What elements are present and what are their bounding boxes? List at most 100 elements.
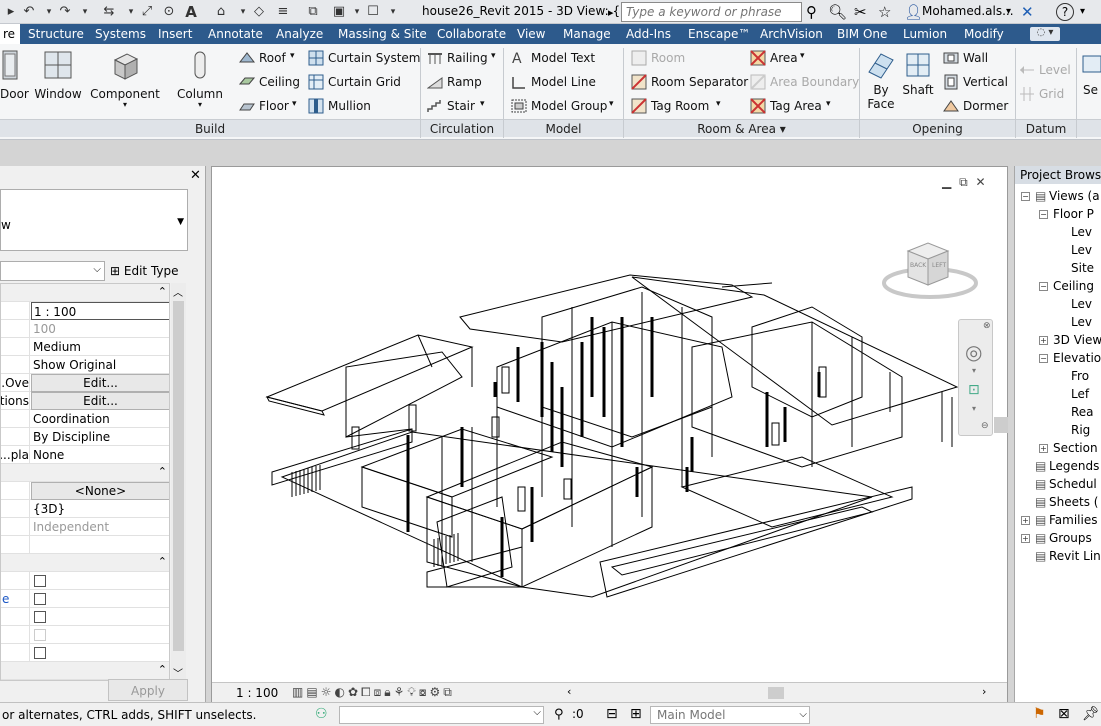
help-dropdown-icon[interactable]: ▾	[1080, 3, 1085, 21]
scroll-down-icon[interactable]: ﹀	[173, 665, 183, 680]
user-icon[interactable]: 👤︎	[904, 3, 923, 21]
level-icon[interactable]	[1019, 62, 1035, 78]
wall-opening-icon[interactable]	[943, 50, 959, 66]
tab-manage[interactable]: Manage	[560, 24, 614, 44]
property-row[interactable]: Ove...Edit...	[1, 374, 169, 392]
design-options-icon[interactable]: ⊟	[606, 706, 618, 722]
property-row[interactable]	[1, 608, 169, 626]
property-edit-button[interactable]: <None>	[31, 482, 169, 500]
property-row[interactable]: ationsEdit...	[1, 392, 169, 410]
tag-area-label[interactable]: Tag Area	[770, 99, 822, 113]
property-row[interactable]: 100	[1, 320, 169, 338]
browser-node[interactable]: Fro	[1071, 368, 1089, 384]
railing-icon[interactable]	[427, 50, 443, 66]
tab-analyze[interactable]: Analyze	[273, 24, 326, 44]
tab-lumion[interactable]: Lumion	[900, 24, 950, 44]
select-underlay-icon[interactable]: ⊠	[1058, 706, 1070, 722]
tab-massing-site[interactable]: Massing & Site	[335, 24, 430, 44]
visual-style-icon[interactable]: ▤	[306, 685, 320, 699]
property-value[interactable]: 1 : 100	[31, 302, 169, 320]
room-icon[interactable]	[631, 50, 647, 66]
area-boundary-label[interactable]: Area Boundary	[770, 75, 859, 89]
property-row[interactable]: {3D}	[1, 500, 169, 518]
property-row[interactable]	[1, 572, 169, 590]
tab-view[interactable]: View	[514, 24, 548, 44]
binoculars-icon[interactable]: ⚲	[806, 3, 817, 21]
set-workplane-button[interactable]: Se	[1080, 50, 1101, 97]
zoom-dropdown-icon[interactable]: ▾	[972, 404, 976, 413]
tab-architecture[interactable]: re	[0, 24, 20, 44]
property-row[interactable]	[1, 644, 169, 662]
column-dropdown-icon[interactable]: ▾	[175, 101, 225, 109]
model-text-icon[interactable]: A	[511, 50, 527, 66]
ramp-icon[interactable]	[427, 74, 443, 90]
collapse-node-icon[interactable]: −	[1039, 210, 1048, 219]
panel-title-room-area[interactable]: Room & Area ▾	[624, 119, 859, 137]
customize-toolbar-icon[interactable]: ☐	[364, 3, 382, 21]
column-button[interactable]: Column ▾	[175, 50, 225, 109]
wall-opening-label[interactable]: Wall	[963, 51, 988, 65]
property-edit-button[interactable]: Edit...	[31, 374, 169, 392]
area-icon[interactable]	[750, 50, 766, 66]
collapse-group-icon[interactable]: ⌃	[158, 285, 167, 298]
tag-icon[interactable]: ⊙	[160, 3, 178, 21]
expand-node-icon[interactable]: +	[1021, 516, 1030, 525]
browser-node[interactable]: Lev	[1071, 314, 1092, 330]
customize-dropdown-icon[interactable]: ▾	[384, 3, 402, 21]
opening-by-face-button[interactable]: By Face	[864, 50, 898, 111]
property-row[interactable]	[1, 536, 169, 554]
search-icon[interactable]: 🔍︎	[828, 3, 847, 21]
property-checkbox[interactable]	[34, 593, 46, 605]
floor-label[interactable]: Floor	[259, 99, 289, 113]
property-value[interactable]	[31, 536, 169, 554]
highlight-displacement-icon[interactable]: ⚙	[429, 685, 443, 699]
room-separator-icon[interactable]	[631, 74, 647, 90]
measure-icon[interactable]: ⇆	[100, 3, 118, 21]
redo-icon[interactable]: ↷	[56, 3, 74, 21]
main-model-icon[interactable]: ⊞	[630, 706, 642, 722]
property-value[interactable]: Coordination	[31, 410, 169, 428]
roof-label[interactable]: Roof	[259, 51, 286, 65]
viewcube[interactable]: BACK LEFT	[882, 233, 978, 303]
exchange-apps-icon[interactable]: ✕	[1021, 3, 1034, 21]
property-row[interactable]: pla...None	[1, 446, 169, 464]
expand-node-icon[interactable]: +	[1039, 336, 1048, 345]
collapse-node-icon[interactable]: −	[1039, 354, 1048, 363]
browser-node[interactable]: Lev	[1071, 224, 1092, 240]
browser-node[interactable]: Lef	[1071, 386, 1089, 402]
browser-node[interactable]: Rig	[1071, 422, 1090, 438]
property-row[interactable]: e	[1, 590, 169, 608]
expand-node-icon[interactable]: +	[1021, 534, 1030, 543]
detail-level-icon[interactable]: ▥	[292, 685, 306, 699]
model-text-label[interactable]: Model Text	[531, 51, 595, 65]
browser-node[interactable]: Site	[1071, 260, 1094, 276]
stair-dropdown-icon[interactable]: ▾	[480, 99, 485, 109]
scroll-left-icon[interactable]: ‹	[567, 685, 571, 698]
tag-area-dropdown-icon[interactable]: ▾	[826, 99, 831, 109]
tab-collaborate[interactable]: Collaborate	[434, 24, 509, 44]
workset-combo[interactable]: ⌵	[339, 706, 544, 724]
dormer-label[interactable]: Dormer	[963, 99, 1008, 113]
stair-label[interactable]: Stair	[447, 99, 475, 113]
level-label[interactable]: Level	[1039, 63, 1071, 77]
favorites-icon[interactable]: ☆	[878, 3, 891, 21]
vertical-scrollbar[interactable]	[994, 177, 1008, 682]
tab-insert[interactable]: Insert	[155, 24, 195, 44]
close-icon[interactable]: ✕	[190, 168, 201, 183]
property-value[interactable]: Medium	[31, 338, 169, 356]
scroll-up-icon[interactable]: ︿	[173, 284, 183, 299]
shadows-icon[interactable]: ◐	[334, 685, 347, 699]
navbar-options-icon[interactable]: ⊖	[981, 421, 989, 431]
tab-structure[interactable]: Structure	[25, 24, 87, 44]
3d-viewport[interactable]: ▁ ⧉ ✕ BACK LEFT ⊗ ◎ ▾ ⊡ ▾ ⊖ 1: 100 ▥▤☼◐…	[211, 166, 1008, 702]
select-links-icon[interactable]: ⚑	[1033, 706, 1046, 722]
area-boundary-icon[interactable]	[750, 74, 766, 90]
undo-icon[interactable]: ↶	[20, 3, 38, 21]
property-group-header[interactable]: ⌃	[1, 554, 169, 572]
stair-icon[interactable]	[427, 98, 443, 114]
property-row[interactable]	[1, 626, 169, 644]
property-group-header[interactable]: ⌃	[1, 662, 169, 680]
redo-dropdown-icon[interactable]: ▾	[76, 3, 94, 21]
property-checkbox[interactable]	[34, 611, 46, 623]
component-dropdown-icon[interactable]: ▾	[90, 101, 160, 109]
